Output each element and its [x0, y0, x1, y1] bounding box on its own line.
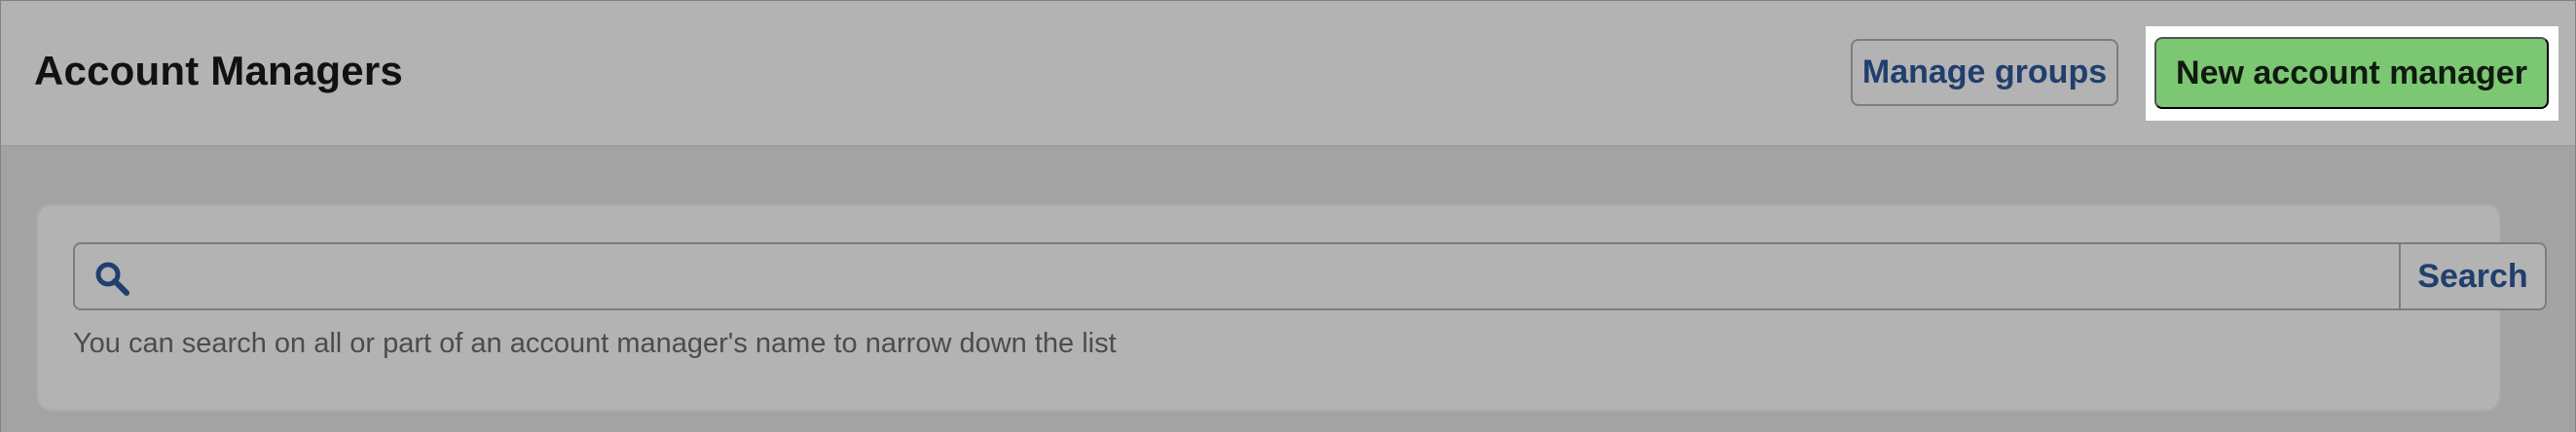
search-button[interactable]: Search — [2399, 242, 2547, 310]
search-card: Search You can search on all or part of … — [36, 203, 2547, 412]
manage-groups-button[interactable]: Manage groups — [1851, 39, 2118, 106]
search-input[interactable] — [145, 244, 2384, 308]
page: Account Managers Manage groups New accou… — [0, 0, 2576, 432]
search-help-text: You can search on all or part of an acco… — [73, 328, 1117, 359]
page-header: Account Managers Manage groups New accou… — [1, 1, 2575, 147]
page-title: Account Managers — [34, 48, 403, 93]
new-account-manager-button[interactable]: New account manager — [2154, 37, 2549, 109]
search-icon — [95, 262, 129, 296]
search-field[interactable] — [73, 242, 2401, 310]
main-content: Search You can search on all or part of … — [1, 149, 2575, 432]
